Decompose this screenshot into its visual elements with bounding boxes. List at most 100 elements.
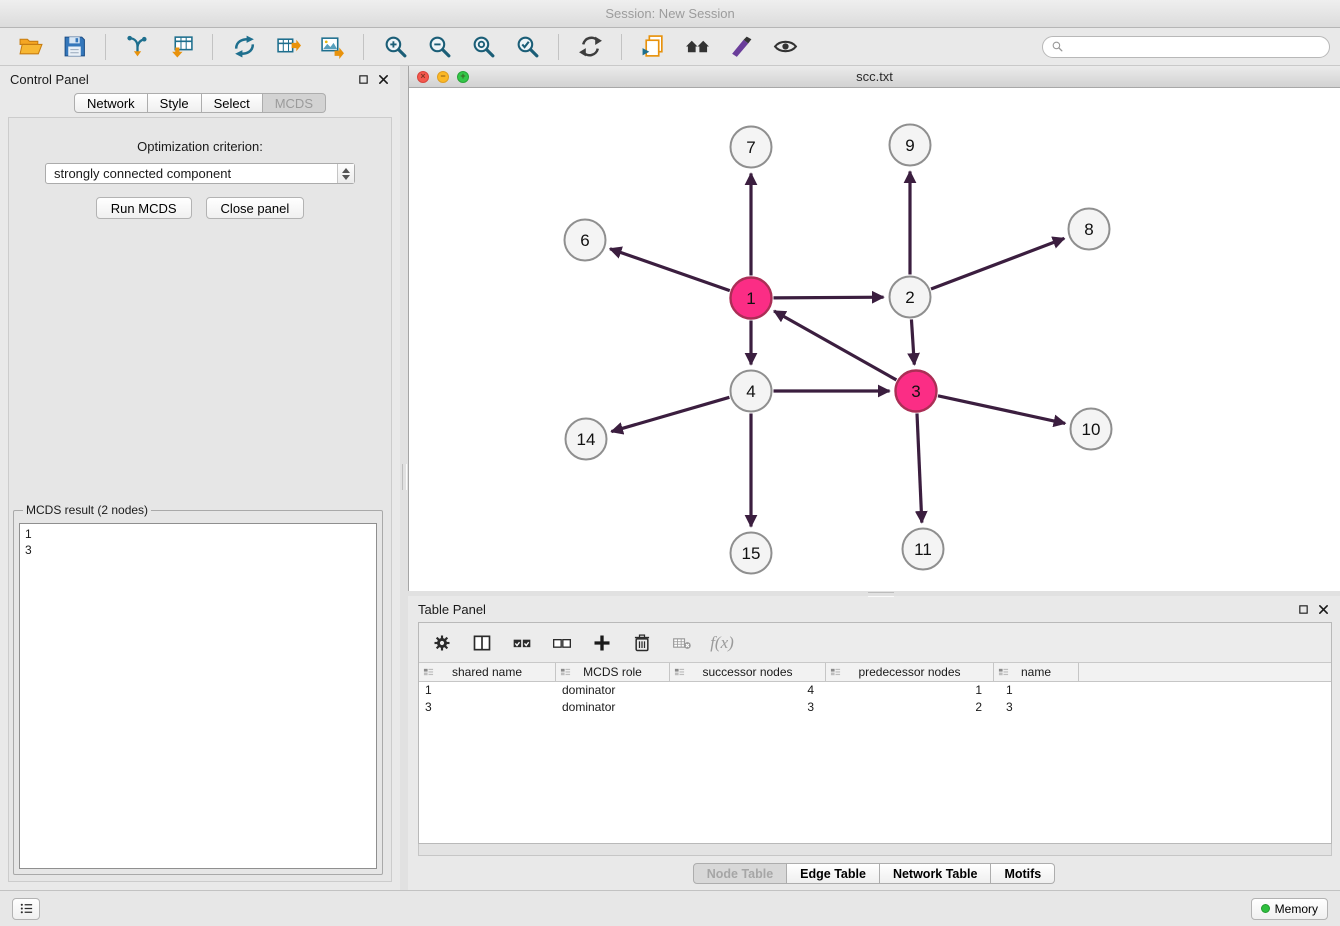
show-columns-button[interactable] [469,630,495,656]
save-session-button[interactable] [54,32,94,62]
search-input[interactable] [1068,39,1321,54]
graph-edge-1-2[interactable] [773,297,883,298]
memory-status-icon [1261,904,1270,913]
graph-edge-1-6[interactable] [610,249,730,291]
tab-edge-table[interactable]: Edge Table [787,863,880,884]
graph-edge-3-10[interactable] [938,396,1065,424]
table-settings-button[interactable] [429,630,455,656]
column-header-predecessor-nodes[interactable]: predecessor nodes [826,663,994,681]
zoom-out-button[interactable] [419,32,459,62]
cell-shared-name[interactable]: 1 [419,682,556,699]
column-header-mcds-role[interactable]: MCDS role [556,663,670,681]
graph-node-4[interactable]: 4 [731,371,772,412]
cell-predecessor-nodes[interactable]: 1 [826,682,994,699]
delete-table-button[interactable] [669,630,695,656]
graph-edge-3-1[interactable] [774,311,896,380]
graph-node-7[interactable]: 7 [731,127,772,168]
graph-node-14[interactable]: 14 [566,419,607,460]
graph-edge-2-3[interactable] [911,319,914,364]
refresh-button[interactable] [570,32,610,62]
graph-node-8[interactable]: 8 [1069,209,1110,250]
close-window-button[interactable]: × [417,71,429,83]
optimization-dropdown[interactable]: strongly connected component [45,163,355,184]
toolbar-separator [621,34,622,60]
show-hide-button[interactable] [765,32,805,62]
titlebar: Session: New Session [0,0,1340,28]
search-field[interactable] [1042,36,1330,58]
optimization-dropdown-value: strongly connected component [46,166,337,181]
graph-edge-3-11[interactable] [917,413,922,522]
tab-style[interactable]: Style [148,93,202,113]
minimize-window-button[interactable]: − [437,71,449,83]
cell-mcds-role[interactable]: dominator [556,699,670,716]
import-network-button[interactable] [117,32,157,62]
cell-shared-name[interactable]: 3 [419,699,556,716]
graph-edge-4-14[interactable] [611,397,729,431]
tab-network-table[interactable]: Network Table [880,863,992,884]
open-session-button[interactable] [10,32,50,62]
table-row[interactable]: 1dominator411 [419,682,1331,699]
column-header-shared-name[interactable]: shared name [419,663,556,681]
zoom-in-button[interactable] [375,32,415,62]
graph-node-2[interactable]: 2 [890,277,931,318]
column-header-successor-nodes[interactable]: successor nodes [670,663,826,681]
svg-text:7: 7 [746,138,755,157]
table-scrollbar-strip[interactable] [418,844,1332,856]
cell-name[interactable]: 1 [994,682,1079,699]
eye-icon [773,34,798,59]
zoom-fit-button[interactable] [463,32,503,62]
close-panel-icon[interactable] [376,72,390,86]
close-table-panel-icon[interactable] [1316,602,1330,616]
cell-name[interactable]: 3 [994,699,1079,716]
vertical-splitter[interactable] [400,66,408,890]
tab-select[interactable]: Select [202,93,263,113]
export-table-button[interactable] [268,32,308,62]
export-image-button[interactable] [312,32,352,62]
graph-node-9[interactable]: 9 [890,125,931,166]
graph-edge-2-8[interactable] [931,238,1064,289]
float-table-panel-icon[interactable] [1296,602,1310,616]
graph-node-11[interactable]: 11 [903,529,944,570]
zoom-selected-button[interactable] [507,32,547,62]
cell-successor-nodes[interactable]: 4 [670,682,826,699]
cell-mcds-role[interactable]: dominator [556,682,670,699]
graph-node-6[interactable]: 6 [565,220,606,261]
home-views-button[interactable] [677,32,717,62]
toolbar-separator [558,34,559,60]
magnifier-minus-icon [427,34,452,59]
memory-button[interactable]: Memory [1251,898,1328,920]
table-header-row: shared nameMCDS rolesuccessor nodesprede… [419,663,1331,682]
graph-node-3[interactable]: 3 [896,371,937,412]
float-panel-icon[interactable] [356,72,370,86]
horizontal-splitter[interactable] [408,591,1340,596]
cell-predecessor-nodes[interactable]: 2 [826,699,994,716]
copy-documents-button[interactable] [633,32,673,62]
run-mcds-button[interactable]: Run MCDS [96,197,192,219]
style-paint-button[interactable] [721,32,761,62]
documents-icon [641,34,666,59]
network-arrows-button[interactable] [224,32,264,62]
network-graph[interactable]: 1 2 3 4 6 7 8 9 10 11 14 15 [409,88,1340,590]
zoom-window-button[interactable]: + [457,71,469,83]
select-all-button[interactable] [509,630,535,656]
column-header-name[interactable]: name [994,663,1079,681]
graph-node-10[interactable]: 10 [1071,409,1112,450]
graph-node-1[interactable]: 1 [731,278,772,319]
table-panel-header: Table Panel [408,596,1340,622]
tab-motifs[interactable]: Motifs [991,863,1055,884]
import-table-button[interactable] [161,32,201,62]
table-row[interactable]: 3dominator323 [419,699,1331,716]
column-sort-icon [560,667,571,678]
delete-row-button[interactable] [629,630,655,656]
mcds-result-text[interactable]: 13 [19,523,377,869]
tab-mcds[interactable]: MCDS [263,93,326,113]
tab-node-table[interactable]: Node Table [693,863,787,884]
task-history-button[interactable] [12,898,40,920]
tab-network[interactable]: Network [74,93,148,113]
graph-node-15[interactable]: 15 [731,533,772,574]
cell-successor-nodes[interactable]: 3 [670,699,826,716]
add-row-button[interactable] [589,630,615,656]
close-panel-button[interactable]: Close panel [206,197,305,219]
deselect-all-button[interactable] [549,630,575,656]
function-builder-button[interactable]: f(x) [709,630,735,656]
